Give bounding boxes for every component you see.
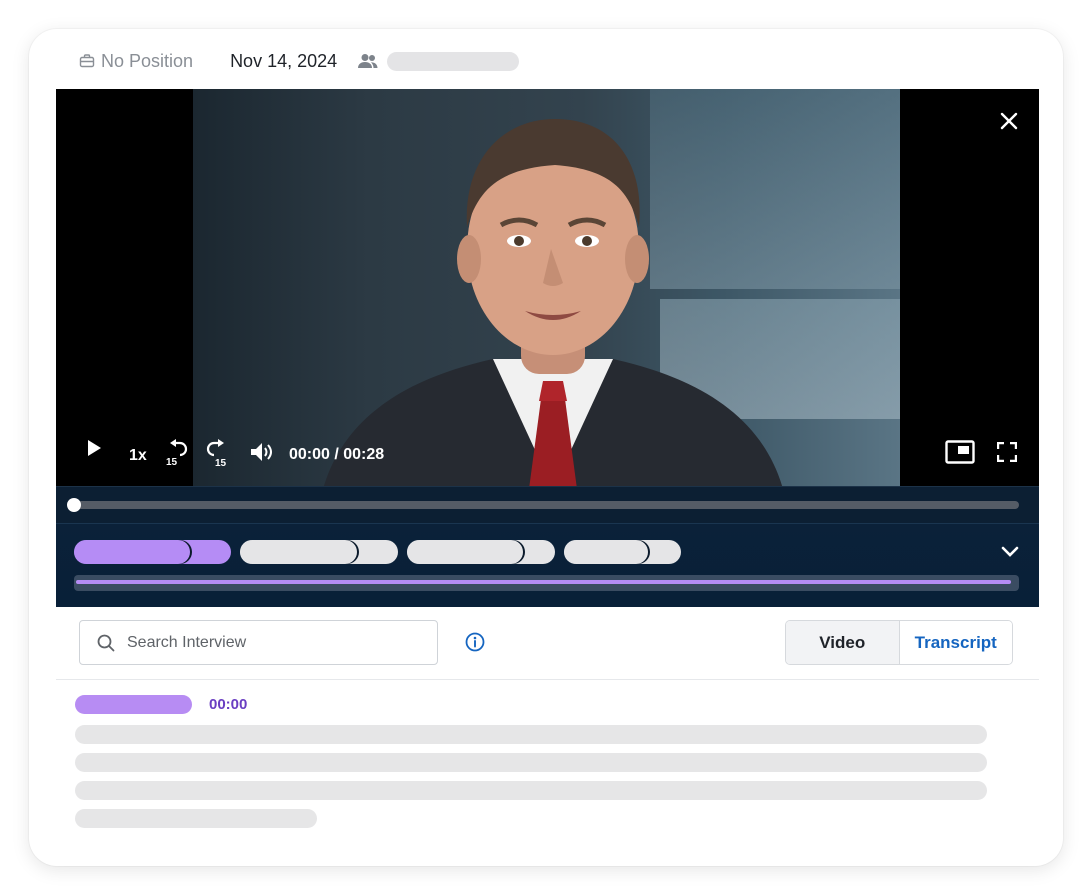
interview-date: Nov 14, 2024 bbox=[230, 50, 338, 71]
volume-icon[interactable] bbox=[249, 441, 273, 463]
question-segments bbox=[56, 523, 1039, 607]
segment-2-progress bbox=[240, 540, 357, 564]
time-display: 00:00 / 00:28 bbox=[289, 446, 385, 463]
rewind-15-button[interactable]: 15 bbox=[166, 439, 188, 468]
playback-speed-button[interactable]: 1x bbox=[129, 447, 147, 465]
segment-1[interactable] bbox=[74, 540, 231, 564]
scrubber-handle[interactable] bbox=[67, 498, 81, 512]
segment-3-progress bbox=[407, 540, 523, 564]
fullscreen-icon[interactable] bbox=[997, 442, 1017, 462]
transcript-line-placeholder bbox=[75, 809, 317, 828]
transcript-line-placeholder bbox=[75, 781, 987, 800]
transcript-line-placeholder bbox=[75, 753, 987, 772]
segment-2[interactable] bbox=[240, 540, 398, 564]
video-scrubber[interactable] bbox=[56, 486, 1039, 524]
speaker-tag-placeholder bbox=[75, 695, 192, 714]
divider bbox=[56, 679, 1039, 680]
picture-in-picture-icon[interactable] bbox=[945, 440, 975, 464]
search-icon bbox=[97, 634, 115, 651]
interview-meta: No Position Nov 14, 2024 bbox=[79, 48, 520, 74]
interview-card: No Position Nov 14, 2024 1x 15 15 00:00 … bbox=[29, 29, 1063, 866]
search-input[interactable] bbox=[125, 632, 419, 653]
position-info: No Position bbox=[79, 51, 193, 72]
forward-seconds: 15 bbox=[215, 458, 227, 469]
chevron-down-icon[interactable] bbox=[1001, 546, 1019, 558]
participant-name-placeholder bbox=[387, 51, 520, 71]
segment-1-progress bbox=[74, 540, 190, 564]
video-player[interactable]: 1x 15 15 00:00 / 00:28 bbox=[56, 89, 1039, 486]
segments-progress-fill bbox=[76, 580, 1011, 584]
position-label: No Position bbox=[101, 50, 194, 71]
transcript-line-placeholder bbox=[75, 725, 987, 744]
tab-video[interactable]: Video bbox=[786, 621, 900, 664]
segment-3[interactable] bbox=[407, 540, 555, 564]
segment-4-progress bbox=[564, 540, 648, 564]
player-controls: 1x 15 15 00:00 / 00:28 bbox=[56, 426, 1039, 486]
participants bbox=[357, 51, 520, 71]
view-toggle: Video Transcript bbox=[785, 620, 1013, 665]
segment-4[interactable] bbox=[564, 540, 681, 564]
scrubber-track[interactable] bbox=[74, 501, 1019, 509]
forward-15-button[interactable]: 15 bbox=[206, 439, 228, 469]
people-icon bbox=[358, 54, 378, 68]
rewind-seconds: 15 bbox=[166, 457, 178, 468]
close-icon[interactable] bbox=[999, 111, 1019, 131]
segments-progress-bar bbox=[74, 575, 1019, 591]
tab-transcript[interactable]: Transcript bbox=[899, 621, 1012, 664]
info-icon[interactable] bbox=[465, 632, 485, 652]
briefcase-icon bbox=[79, 54, 95, 68]
transcript-timestamp[interactable]: 00:00 bbox=[209, 696, 247, 713]
play-icon[interactable] bbox=[86, 438, 102, 458]
search-box[interactable] bbox=[79, 620, 438, 665]
